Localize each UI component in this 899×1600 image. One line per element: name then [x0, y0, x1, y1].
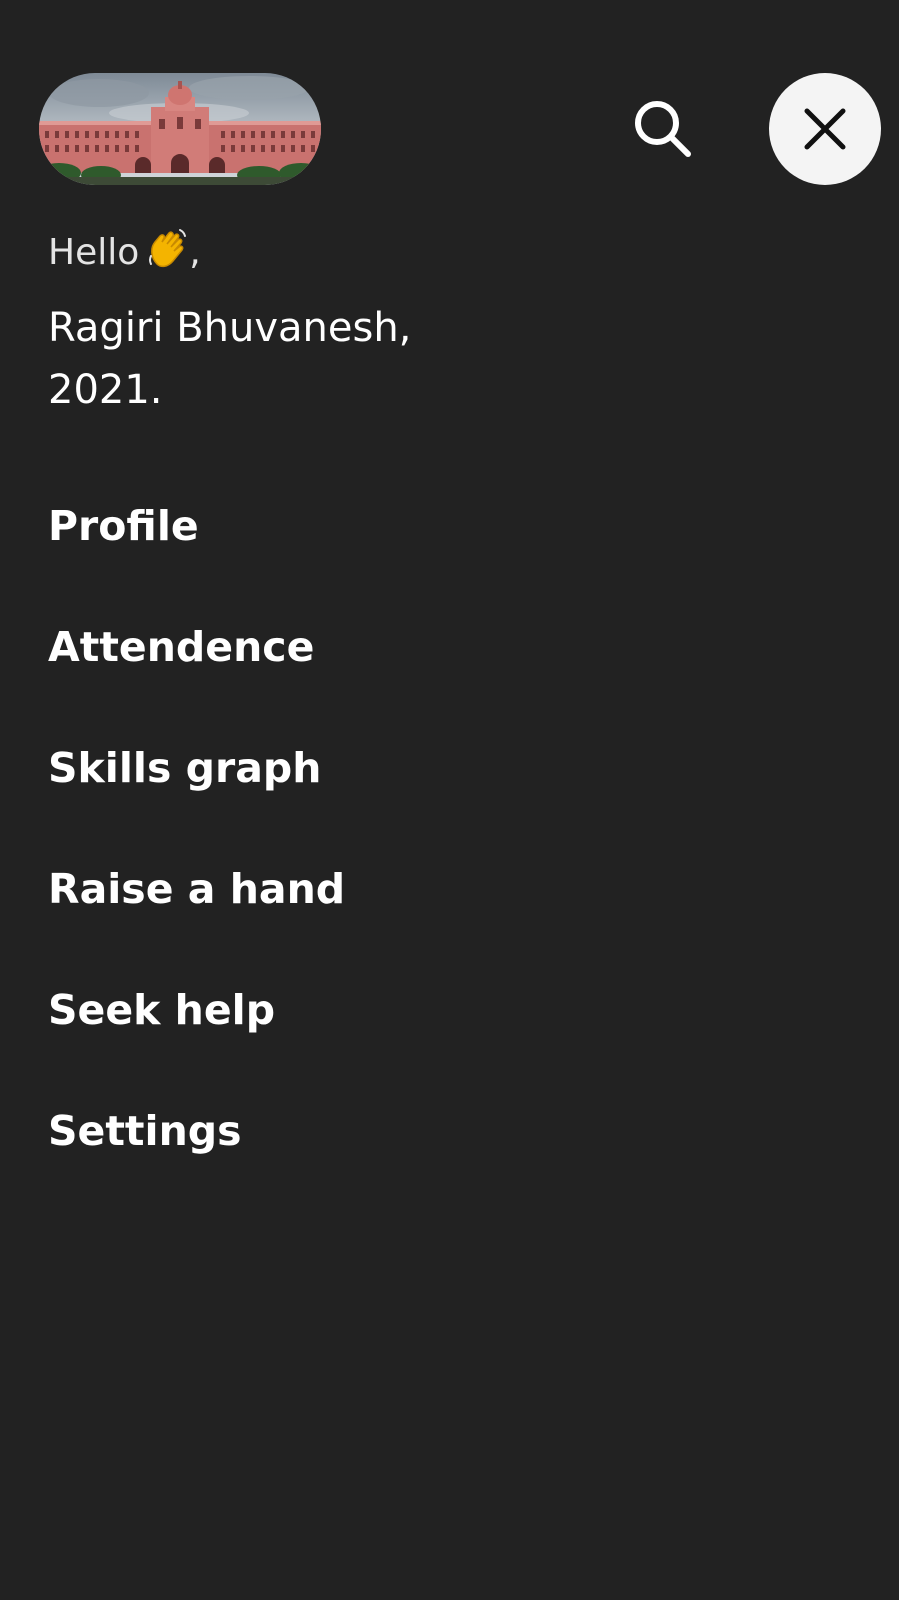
waving-hand-icon [147, 226, 189, 283]
close-button[interactable] [769, 73, 881, 185]
menu-item-settings[interactable]: Settings [48, 1099, 345, 1220]
search-button[interactable] [630, 96, 696, 162]
menu-item-skills-graph[interactable]: Skills graph [48, 736, 345, 857]
user-name: Ragiri Bhuvanesh, [48, 305, 412, 351]
user-year: 2021. [48, 367, 163, 413]
greeting-hello: Hello [48, 232, 140, 273]
campus-image [39, 73, 321, 185]
greeting-comma: , [189, 232, 201, 273]
close-icon [804, 108, 846, 150]
greeting: Hello , [48, 226, 201, 283]
user-name-block: Ragiri Bhuvanesh, 2021. [48, 297, 568, 421]
menu-item-profile[interactable]: Profile [48, 494, 345, 615]
drawer-menu: Profile Attendence Skills graph Raise a … [48, 494, 345, 1220]
menu-item-seek-help[interactable]: Seek help [48, 978, 345, 1099]
menu-item-raise-a-hand[interactable]: Raise a hand [48, 857, 345, 978]
drawer-header [0, 0, 899, 200]
search-icon [635, 101, 691, 157]
menu-item-attendence[interactable]: Attendence [48, 615, 345, 736]
